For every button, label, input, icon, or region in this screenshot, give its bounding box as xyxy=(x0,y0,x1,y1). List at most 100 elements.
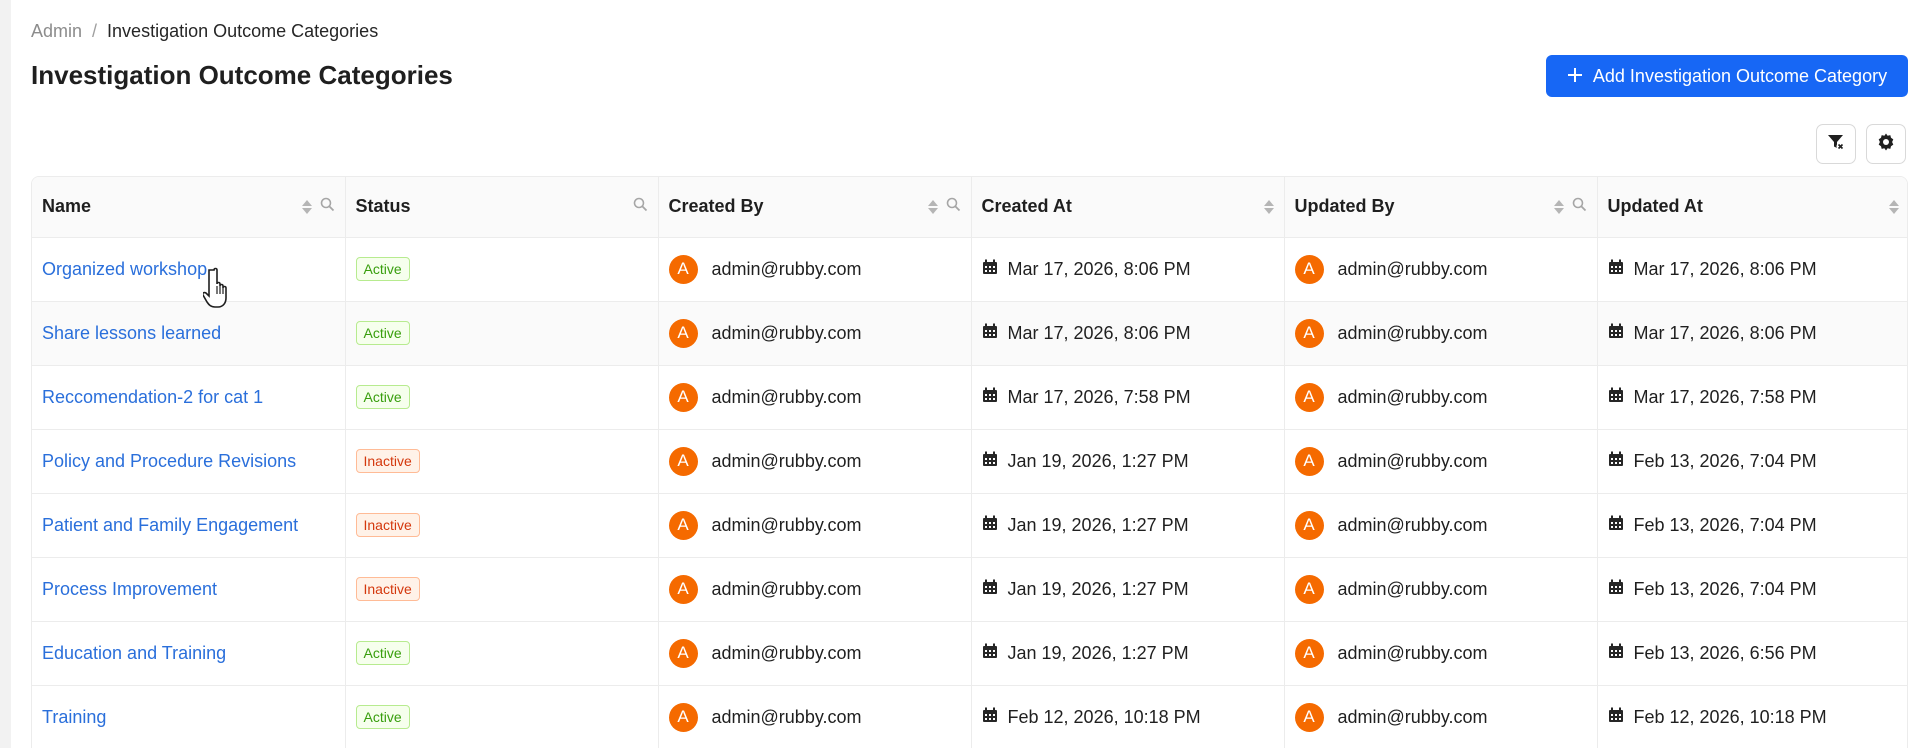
status-badge: Inactive xyxy=(355,449,420,473)
clear-filter-icon xyxy=(1826,132,1846,157)
avatar: A xyxy=(1294,318,1324,348)
created-at-value: Mar 17, 2026, 7:58 PM xyxy=(1007,386,1191,407)
search-icon[interactable] xyxy=(633,196,648,217)
search-icon[interactable] xyxy=(946,196,961,217)
avatar: A xyxy=(1294,638,1324,668)
created-by-email: admin@rubby.com xyxy=(711,514,862,535)
table-row[interactable]: Reccomendation-2 for cat 1 Active Aadmin@r… xyxy=(32,365,1907,429)
column-tools xyxy=(927,196,961,217)
name-cell: Policy and Procedure Revisions xyxy=(32,429,346,493)
sort-icon[interactable] xyxy=(1553,199,1564,214)
created-by-cell: Aadmin@rubby.com xyxy=(658,301,972,365)
created-at-value: Jan 19, 2026, 1:27 PM xyxy=(1007,578,1189,599)
status-cell: Active xyxy=(345,685,659,748)
sort-icon[interactable] xyxy=(1889,199,1899,214)
category-name-link[interactable]: Training xyxy=(42,707,106,727)
category-name-link[interactable]: Process Improvement xyxy=(42,579,217,599)
created-at-cell: Jan 19, 2026, 1:27 PM xyxy=(971,557,1285,621)
table-row[interactable]: Patient and Family Engagement Inactive Aad… xyxy=(32,493,1907,557)
column-header-label: Created At xyxy=(981,196,1072,217)
avatar: A xyxy=(1294,510,1324,540)
sort-icon[interactable] xyxy=(927,199,938,214)
category-name-link[interactable]: Patient and Family Engagement xyxy=(42,515,298,535)
column-header-status[interactable]: Status xyxy=(345,177,659,238)
avatar: A xyxy=(1294,254,1324,284)
created-at-cell: Feb 12, 2026, 10:18 PM xyxy=(971,685,1285,748)
updated-by-cell: Aadmin@rubby.com xyxy=(1284,493,1598,557)
search-icon[interactable] xyxy=(1572,196,1587,217)
column-header-label: Updated At xyxy=(1607,196,1703,217)
sort-icon[interactable] xyxy=(1263,199,1274,214)
updated-by-cell: Aadmin@rubby.com xyxy=(1284,621,1598,685)
updated-by-email: admin@rubby.com xyxy=(1337,258,1488,279)
table-row[interactable]: Training Active Aadmin@rubby.com Feb 12, 20… xyxy=(32,685,1907,748)
calendar-icon xyxy=(1608,515,1624,536)
status-cell: Active xyxy=(345,621,659,685)
updated-at-value: Mar 17, 2026, 8:06 PM xyxy=(1633,322,1817,343)
updated-by-cell: Aadmin@rubby.com xyxy=(1284,365,1598,429)
category-name-link[interactable]: Reccomendation-2 for cat 1 xyxy=(42,387,263,407)
created-at-cell: Jan 19, 2026, 1:27 PM xyxy=(971,493,1285,557)
status-badge: Active xyxy=(355,641,410,665)
table-header-row: Name Status Created By Created At Updated By… xyxy=(32,177,1907,238)
column-header-created-by[interactable]: Created By xyxy=(658,177,972,238)
updated-at-cell: Mar 17, 2026, 8:06 PM xyxy=(1597,301,1907,365)
category-name-link[interactable]: Organized workshop xyxy=(42,259,207,279)
calendar-icon xyxy=(1608,451,1624,472)
add-category-button[interactable]: Add Investigation Outcome Category xyxy=(1546,55,1908,97)
avatar: A xyxy=(668,702,698,732)
created-by-cell: Aadmin@rubby.com xyxy=(658,365,972,429)
table-row[interactable]: Policy and Procedure Revisions Inactive Aa… xyxy=(32,429,1907,493)
updated-at-cell: Feb 13, 2026, 7:04 PM xyxy=(1597,493,1907,557)
avatar: A xyxy=(668,510,698,540)
table-row[interactable]: Organized workshop Active Aadmin@rubby.com… xyxy=(32,237,1907,301)
category-name-link[interactable]: Share lessons learned xyxy=(42,323,221,343)
created-by-cell: Aadmin@rubby.com xyxy=(658,685,972,748)
created-at-value: Mar 17, 2026, 8:06 PM xyxy=(1007,258,1191,279)
calendar-icon xyxy=(1608,323,1624,344)
column-header-label: Created By xyxy=(668,196,764,217)
table-row[interactable]: Education and Training Active Aadmin@rubby… xyxy=(32,621,1907,685)
avatar: A xyxy=(1294,382,1324,412)
calendar-icon xyxy=(982,259,998,280)
column-header-updated-by[interactable]: Updated By xyxy=(1284,177,1598,238)
updated-at-cell: Mar 17, 2026, 7:58 PM xyxy=(1597,365,1907,429)
updated-at-value: Feb 12, 2026, 10:18 PM xyxy=(1633,706,1827,727)
created-at-value: Feb 12, 2026, 10:18 PM xyxy=(1007,706,1201,727)
avatar: A xyxy=(668,574,698,604)
breadcrumb-admin-link[interactable]: Admin xyxy=(31,21,82,42)
status-badge: Inactive xyxy=(355,513,420,537)
created-at-cell: Jan 19, 2026, 1:27 PM xyxy=(971,429,1285,493)
created-by-cell: Aadmin@rubby.com xyxy=(658,429,972,493)
breadcrumb-separator: / xyxy=(92,21,98,41)
table-row[interactable]: Process Improvement Inactive Aadmin@rubby.… xyxy=(32,557,1907,621)
status-cell: Inactive xyxy=(345,493,659,557)
updated-at-cell: Mar 17, 2026, 8:06 PM xyxy=(1597,237,1907,301)
search-icon[interactable] xyxy=(320,196,335,217)
updated-at-value: Feb 13, 2026, 7:04 PM xyxy=(1633,450,1817,471)
calendar-icon xyxy=(982,515,998,536)
column-header-created-at[interactable]: Created At xyxy=(971,177,1285,238)
clear-filters-button[interactable] xyxy=(1816,124,1856,164)
calendar-icon xyxy=(982,579,998,600)
category-name-link[interactable]: Policy and Procedure Revisions xyxy=(42,451,296,471)
sort-icon[interactable] xyxy=(301,199,312,214)
column-header-name[interactable]: Name xyxy=(32,177,346,238)
created-at-value: Jan 19, 2026, 1:27 PM xyxy=(1007,450,1189,471)
status-cell: Active xyxy=(345,365,659,429)
column-header-label: Status xyxy=(355,196,411,217)
created-by-email: admin@rubby.com xyxy=(711,258,862,279)
created-at-value: Jan 19, 2026, 1:27 PM xyxy=(1007,514,1189,535)
category-name-link[interactable]: Education and Training xyxy=(42,643,226,663)
column-header-updated-at[interactable]: Updated At xyxy=(1597,177,1907,238)
updated-by-email: admin@rubby.com xyxy=(1337,578,1488,599)
avatar: A xyxy=(1294,574,1324,604)
table-settings-button[interactable] xyxy=(1866,124,1906,164)
avatar: A xyxy=(1294,446,1324,476)
updated-by-cell: Aadmin@rubby.com xyxy=(1284,685,1598,748)
calendar-icon xyxy=(982,643,998,664)
name-cell: Education and Training xyxy=(32,621,346,685)
updated-by-email: admin@rubby.com xyxy=(1337,514,1488,535)
table-row[interactable]: Share lessons learned Active Aadmin@rubby.… xyxy=(32,301,1907,365)
updated-at-value: Feb 13, 2026, 6:56 PM xyxy=(1633,642,1817,663)
